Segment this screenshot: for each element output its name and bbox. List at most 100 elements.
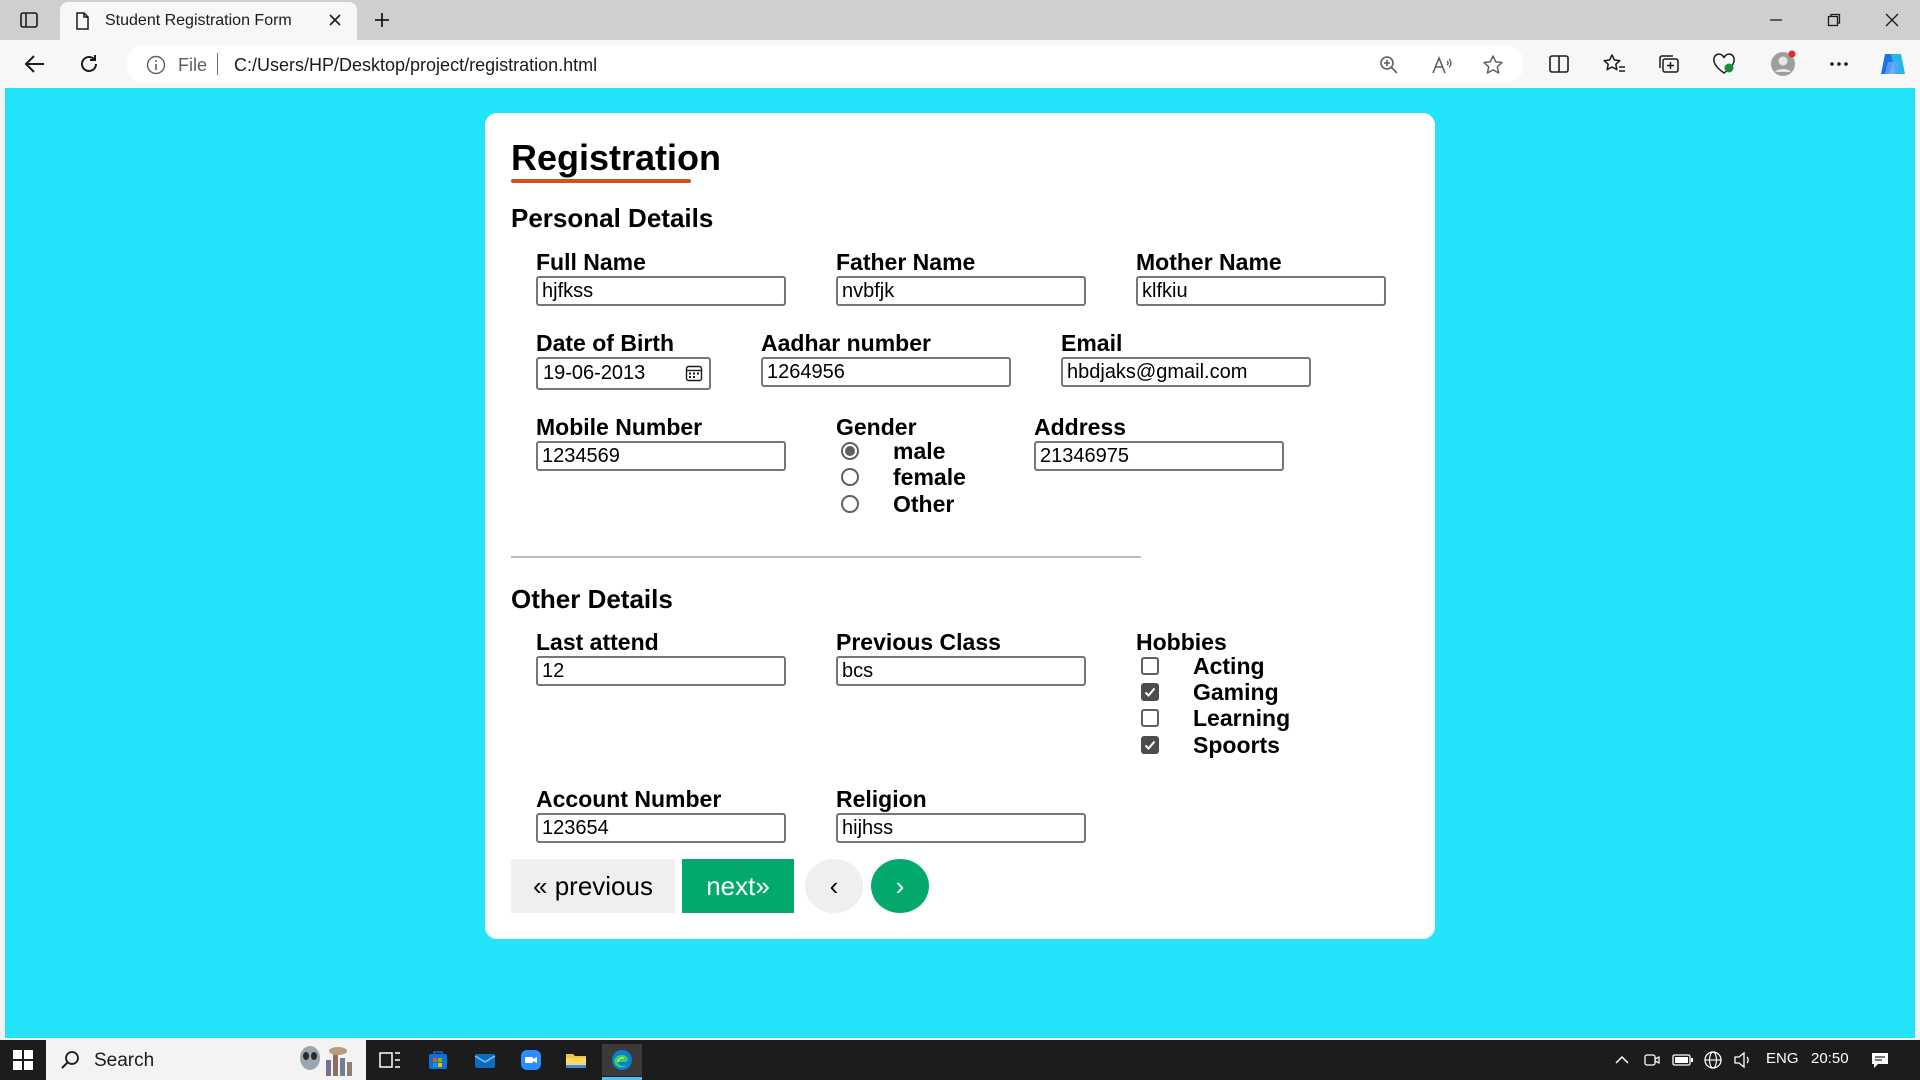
- email-input[interactable]: [1061, 357, 1311, 387]
- personal-details-heading: Personal Details: [511, 203, 714, 233]
- title-underline: [511, 179, 691, 183]
- registration-card: Registration Personal Details Full Name …: [485, 113, 1435, 939]
- acting-label: Acting: [1193, 653, 1265, 679]
- previous-button[interactable]: « previous: [511, 859, 675, 913]
- gender-option-male[interactable]: male: [841, 438, 945, 464]
- browser-essentials-icon[interactable]: [1707, 48, 1741, 80]
- copilot-icon[interactable]: [1876, 48, 1910, 80]
- search-placeholder: Search: [94, 1050, 155, 1071]
- hobby-option-learning[interactable]: Learning: [1141, 705, 1290, 731]
- address-label: Address: [1034, 414, 1127, 440]
- page-icon: [72, 11, 92, 31]
- close-window-icon[interactable]: [1864, 0, 1920, 40]
- windows-start-icon[interactable]: [8, 1046, 38, 1074]
- other-details-heading: Other Details: [511, 584, 673, 614]
- zoom-icon[interactable]: [1376, 52, 1402, 78]
- dob-value: 19-06-2013: [543, 362, 646, 384]
- zoom-meetings-icon[interactable]: [511, 1044, 551, 1076]
- back-icon[interactable]: [18, 48, 52, 80]
- gender-option-other[interactable]: Other: [841, 491, 954, 517]
- file-explorer-icon[interactable]: [556, 1044, 596, 1076]
- dob-date-input[interactable]: 19-06-2013: [536, 357, 711, 390]
- read-aloud-icon[interactable]: [1429, 52, 1455, 78]
- taskbar-search-box[interactable]: Search: [46, 1040, 366, 1080]
- page-title: Registration: [511, 137, 722, 178]
- female-label: female: [893, 464, 966, 490]
- religion-input[interactable]: [836, 813, 1086, 843]
- search-icon: [60, 1049, 82, 1076]
- show-hidden-icons-icon[interactable]: [1612, 1049, 1632, 1071]
- tab-actions-icon[interactable]: [14, 8, 44, 32]
- refresh-icon[interactable]: [72, 48, 106, 80]
- new-tab-icon[interactable]: [368, 6, 396, 34]
- favorite-star-icon[interactable]: [1480, 52, 1506, 78]
- browser-tab[interactable]: Student Registration Form: [60, 2, 357, 40]
- aadhar-label: Aadhar number: [761, 330, 931, 356]
- clock-time[interactable]: 20:50: [1811, 1050, 1849, 1067]
- gender-option-female[interactable]: female: [841, 464, 966, 490]
- gaming-checkbox[interactable]: [1141, 683, 1159, 701]
- full-name-input[interactable]: [536, 276, 786, 306]
- learning-checkbox[interactable]: [1141, 709, 1159, 727]
- next-arrow-button[interactable]: ›: [871, 859, 929, 913]
- spoorts-label: Spoorts: [1193, 732, 1280, 758]
- meet-now-icon[interactable]: [1642, 1049, 1662, 1071]
- calendar-icon[interactable]: [685, 364, 703, 387]
- close-tab-icon[interactable]: [323, 8, 347, 32]
- mail-icon[interactable]: [465, 1044, 505, 1076]
- section-divider: [511, 556, 1141, 558]
- full-name-label: Full Name: [536, 249, 646, 275]
- address-input[interactable]: [1034, 441, 1284, 471]
- hobby-option-acting[interactable]: Acting: [1141, 653, 1265, 679]
- browser-toolbar: File C:/Users/HP/Desktop/project/registr…: [0, 40, 1920, 88]
- hobbies-label: Hobbies: [1136, 629, 1227, 655]
- battery-icon[interactable]: [1672, 1049, 1694, 1071]
- hobby-option-gaming[interactable]: Gaming: [1141, 679, 1279, 705]
- religion-label: Religion: [836, 786, 927, 812]
- mother-name-label: Mother Name: [1136, 249, 1282, 275]
- search-highlight-icon: [296, 1042, 362, 1080]
- spoorts-checkbox[interactable]: [1141, 736, 1159, 754]
- learning-label: Learning: [1193, 705, 1291, 731]
- address-bar[interactable]: File C:/Users/HP/Desktop/project/registr…: [126, 45, 1524, 83]
- volume-icon[interactable]: [1732, 1049, 1754, 1071]
- network-globe-icon[interactable]: [1702, 1049, 1724, 1071]
- collections-icon[interactable]: [1652, 48, 1686, 80]
- account-number-label: Account Number: [536, 786, 722, 812]
- acting-checkbox[interactable]: [1141, 657, 1159, 675]
- edge-taskbar-icon[interactable]: [602, 1044, 642, 1076]
- last-attend-input[interactable]: [536, 656, 786, 686]
- minimize-icon[interactable]: [1748, 0, 1804, 40]
- mother-name-input[interactable]: [1136, 276, 1386, 306]
- other-radio[interactable]: [841, 495, 859, 513]
- father-name-input[interactable]: [836, 276, 1086, 306]
- mobile-label: Mobile Number: [536, 414, 703, 440]
- previous-class-input[interactable]: [836, 656, 1086, 686]
- aadhar-input[interactable]: [761, 357, 1011, 387]
- microsoft-store-icon[interactable]: [418, 1044, 458, 1076]
- dob-label: Date of Birth: [536, 330, 674, 356]
- more-options-icon[interactable]: [1822, 48, 1856, 80]
- mobile-input[interactable]: [536, 441, 786, 471]
- next-button[interactable]: next»: [682, 859, 794, 913]
- favorites-icon[interactable]: [1597, 48, 1631, 80]
- task-view-icon[interactable]: [370, 1044, 410, 1076]
- restore-icon[interactable]: [1806, 0, 1862, 40]
- email-label: Email: [1061, 330, 1123, 356]
- url-text[interactable]: C:/Users/HP/Desktop/project/registration…: [234, 55, 597, 76]
- windows-taskbar: Search ENG 20:50: [0, 1040, 1920, 1080]
- gaming-label: Gaming: [1193, 679, 1279, 705]
- notifications-icon[interactable]: [1869, 1049, 1891, 1071]
- url-scheme-label: File: [178, 55, 208, 75]
- address-separator: [217, 53, 218, 75]
- prev-arrow-button[interactable]: ‹: [805, 859, 863, 913]
- input-language[interactable]: ENG: [1766, 1050, 1799, 1067]
- hobby-option-spoorts[interactable]: Spoorts: [1141, 732, 1280, 758]
- male-radio[interactable]: [841, 442, 859, 460]
- female-radio[interactable]: [841, 468, 859, 486]
- split-screen-icon[interactable]: [1542, 48, 1576, 80]
- profile-avatar[interactable]: [1766, 48, 1800, 80]
- account-number-input[interactable]: [536, 813, 786, 843]
- male-label: male: [893, 438, 946, 464]
- site-info-icon[interactable]: [146, 55, 166, 80]
